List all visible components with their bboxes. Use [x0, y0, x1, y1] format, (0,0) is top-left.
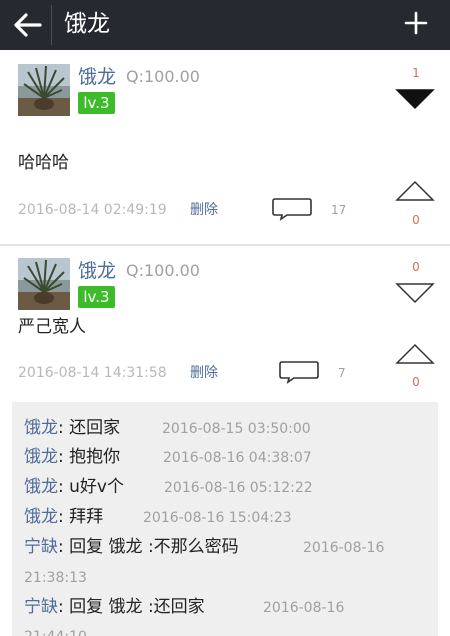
header-divider	[51, 5, 52, 45]
reply-time: 2016-08-16 05:12:22	[164, 480, 313, 496]
post-content: 严己宽人	[18, 317, 86, 337]
reply-author[interactable]: 饿龙	[24, 477, 58, 497]
reply-author[interactable]: 饿龙	[24, 507, 58, 527]
avatar[interactable]	[18, 64, 70, 116]
reply-text: : 抱抱你	[58, 447, 121, 467]
q-score: Q:100.00	[126, 261, 200, 280]
reply-time: 2016-08-16 15:04:23	[143, 510, 292, 526]
delete-button[interactable]: 删除	[190, 200, 218, 220]
reply-text: : 拜拜	[58, 507, 104, 527]
reply-item[interactable]: 宁缺: 回复 饿龙 :不那么密码	[24, 535, 239, 559]
comment-count: 7	[338, 366, 346, 380]
reply-item[interactable]: 饿龙: 还回家	[24, 416, 120, 440]
reply-author[interactable]: 宁缺	[24, 597, 58, 617]
post-card: 饿龙 Q:100.00 lv.3 哈哈哈 2016-08-14 02:49:19…	[0, 50, 450, 244]
reply-item[interactable]: 饿龙: 抱抱你	[24, 445, 120, 469]
level-badge: lv.3	[78, 92, 115, 114]
reply-time: 2016-08-16	[303, 540, 385, 556]
upvote-count: 0	[412, 213, 420, 227]
page-title: 饿龙	[64, 11, 110, 37]
app-header: 饿龙	[0, 0, 450, 50]
author-name[interactable]: 饿龙	[78, 65, 116, 89]
reply-author[interactable]: 饿龙	[24, 418, 58, 438]
reply-text: : 回复 饿龙 :不那么密码	[58, 537, 239, 557]
post-timestamp: 2016-08-14 14:31:58	[18, 365, 167, 381]
reply-time-continued: 21:44:10	[24, 627, 87, 636]
upvote-arrow-icon[interactable]	[395, 343, 435, 365]
delete-button[interactable]: 删除	[190, 363, 218, 383]
reply-text: : 回复 饿龙 :还回家	[58, 597, 205, 617]
reply-time: 2016-08-16	[263, 600, 345, 616]
reply-time: 2016-08-15 03:50:00	[162, 421, 311, 437]
comment-icon[interactable]	[278, 360, 320, 384]
post-content: 哈哈哈	[18, 153, 69, 173]
reply-text: : 还回家	[58, 418, 121, 438]
comment-count: 17	[331, 203, 347, 217]
downvote-count: 0	[412, 260, 420, 274]
downvote-arrow-icon[interactable]	[395, 282, 435, 304]
plus-icon[interactable]	[404, 11, 428, 35]
reply-list: 饿龙: 还回家 2016-08-15 03:50:00 饿龙: 抱抱你 2016…	[12, 402, 438, 636]
reply-author[interactable]: 宁缺	[24, 537, 58, 557]
reply-time: 2016-08-16 04:38:07	[163, 450, 312, 466]
post-card: 饿龙 Q:100.00 lv.3 严己宽人 2016-08-14 14:31:5…	[0, 246, 450, 402]
upvote-count: 0	[412, 375, 420, 389]
reply-item[interactable]: 饿龙: u好v个	[24, 475, 124, 499]
reply-author[interactable]: 饿龙	[24, 447, 58, 467]
reply-item[interactable]: 宁缺: 回复 饿龙 :还回家	[24, 595, 205, 619]
upvote-arrow-icon[interactable]	[395, 180, 435, 202]
downvote-arrow-icon[interactable]	[395, 88, 435, 110]
reply-time-continued: 21:38:13	[24, 570, 87, 586]
downvote-count: 1	[412, 66, 420, 80]
reply-text: : u好v个	[58, 477, 124, 497]
back-arrow-icon[interactable]	[10, 8, 44, 42]
post-timestamp: 2016-08-14 02:49:19	[18, 202, 167, 218]
reply-item[interactable]: 饿龙: 拜拜	[24, 505, 103, 529]
level-badge: lv.3	[78, 286, 115, 308]
avatar[interactable]	[18, 258, 70, 310]
comment-icon[interactable]	[271, 197, 313, 221]
author-name[interactable]: 饿龙	[78, 259, 116, 283]
q-score: Q:100.00	[126, 67, 200, 86]
